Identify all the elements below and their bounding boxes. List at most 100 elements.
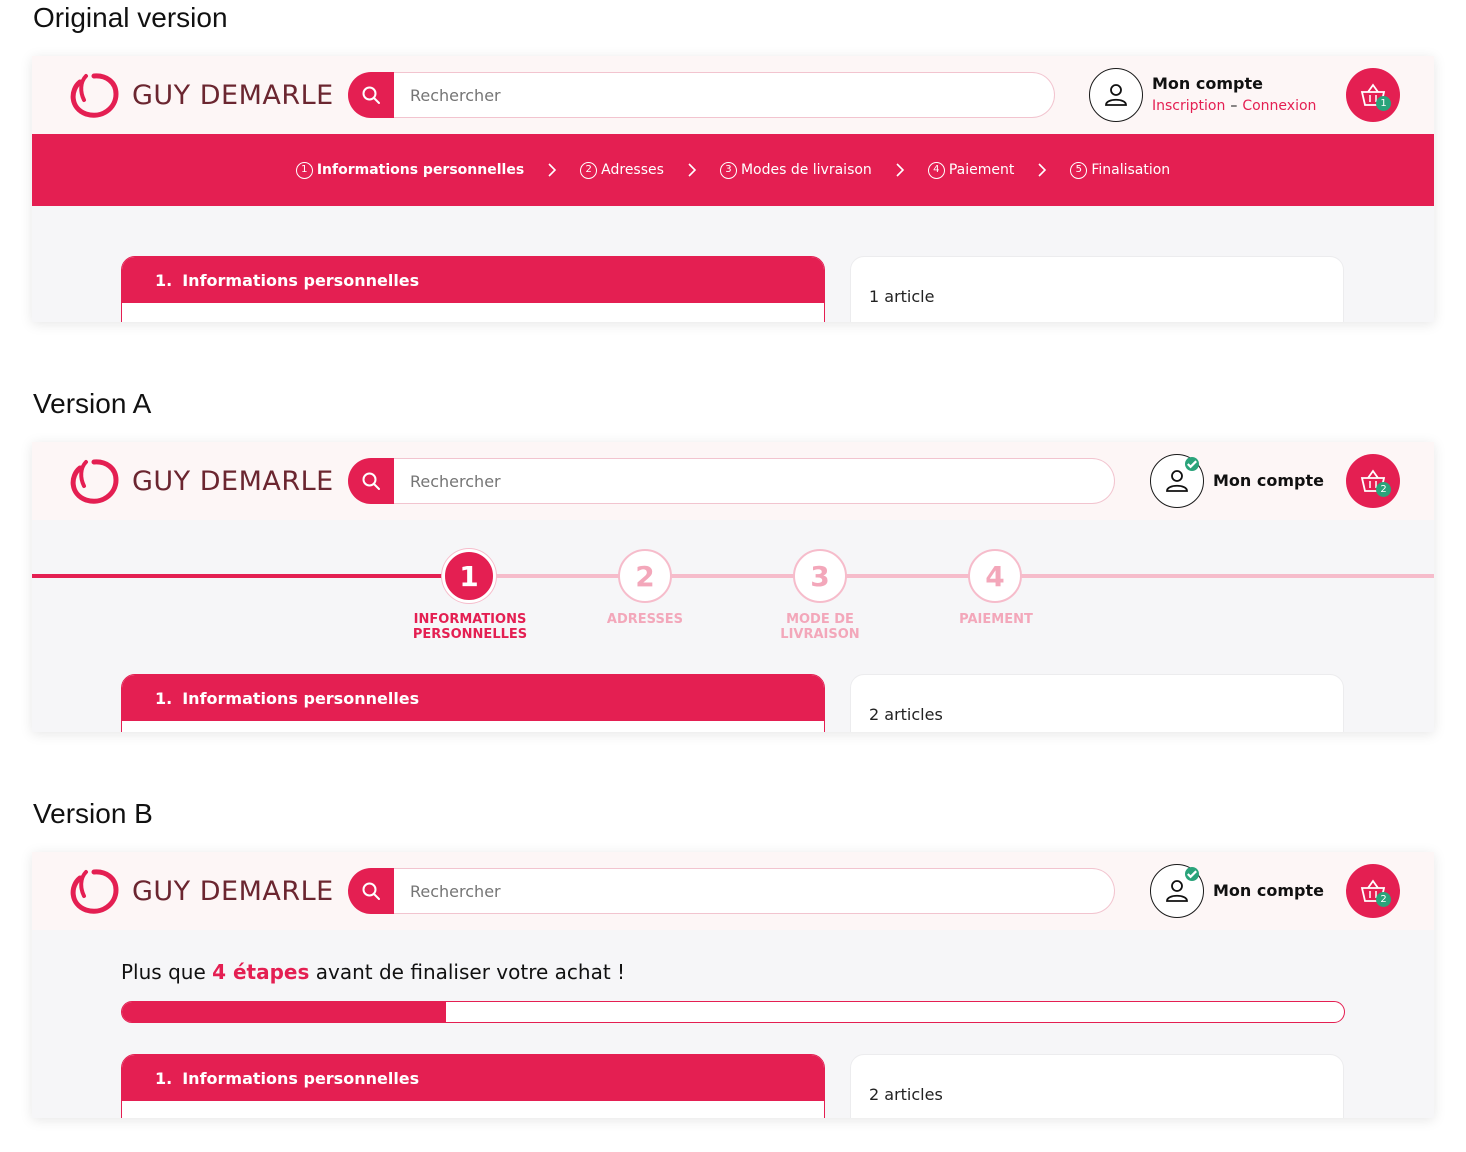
cart-count-badge: 1: [1376, 96, 1391, 111]
cart-count-badge: 2: [1376, 892, 1391, 907]
step-number: 3: [719, 161, 737, 179]
step-circle-3[interactable]: 3: [793, 549, 847, 603]
search-icon: [362, 472, 380, 490]
section-title: Informations personnelles: [182, 688, 420, 708]
personal-info-card: 1. Informations personnelles: [121, 674, 825, 732]
step-livraison[interactable]: 3 Modes de livraison: [719, 161, 872, 179]
signup-link[interactable]: Inscription: [1152, 98, 1225, 114]
progress-bar-fill: [122, 1002, 446, 1022]
account-button[interactable]: [1150, 864, 1204, 918]
search-input[interactable]: [394, 72, 1055, 118]
chevron-right-icon: [686, 163, 698, 177]
order-summary-card: 1 article: [850, 256, 1344, 322]
step-circle-1[interactable]: 1: [442, 549, 496, 603]
step-finalisation[interactable]: 5 Finalisation: [1070, 161, 1171, 179]
original-panel: GUY DEMARLE Mon compte Inscription–Conne…: [32, 56, 1434, 322]
section-title: Informations personnelles: [182, 270, 420, 290]
version-a-label: Version A: [33, 388, 152, 419]
step-label-line: PERSONNELLES: [412, 627, 528, 642]
progress-suffix: avant de finaliser votre achat !: [315, 960, 626, 984]
check-icon: [1185, 867, 1199, 881]
search-button[interactable]: [348, 72, 394, 118]
article-count: 1 article: [869, 287, 935, 306]
step-label: Informations personnelles: [316, 162, 525, 178]
article-count: 2 articles: [869, 1085, 943, 1104]
section-header: 1. Informations personnelles: [122, 257, 824, 303]
search-input[interactable]: [394, 868, 1115, 914]
search-bar: [348, 868, 1115, 914]
brand-swirl-icon: [70, 459, 119, 504]
step-label: Adresses: [601, 162, 664, 178]
original-version-label: Original version: [33, 2, 228, 33]
step-informations[interactable]: 1 Informations personnelles: [295, 161, 525, 179]
cart-button[interactable]: 1: [1346, 68, 1400, 122]
logo[interactable]: GUY DEMARLE: [66, 458, 334, 504]
step-label-line: MODE DE: [786, 612, 854, 627]
step-circle-4[interactable]: 4: [968, 549, 1022, 603]
logo-text: GUY DEMARLE: [132, 875, 334, 907]
version-a-panel: GUY DEMARLE Mon compte 2 1 2 3 4 INFORMA…: [32, 442, 1434, 732]
account-links: Inscription – Connexion: [1152, 98, 1316, 114]
logo[interactable]: GUY DEMARLE: [66, 868, 334, 914]
account-title[interactable]: Mon compte: [1213, 471, 1324, 490]
progress-bar: [121, 1001, 1345, 1023]
step-number: 1: [295, 161, 313, 179]
step-label: Paiement: [948, 162, 1015, 178]
step-number: 2: [580, 161, 598, 179]
check-icon: [1185, 457, 1199, 471]
step-label: Finalisation: [1091, 162, 1171, 178]
step-label-adresses: ADRESSES: [555, 612, 735, 627]
progress-message: Plus que 4 étapes avant de finaliser vot…: [121, 960, 625, 984]
step-adresses[interactable]: 2 Adresses: [580, 161, 664, 179]
brand-swirl-icon: [70, 869, 119, 914]
account-button[interactable]: [1150, 454, 1204, 508]
login-link[interactable]: Connexion: [1242, 98, 1316, 114]
progress-steps-left: 4 étapes: [212, 960, 310, 984]
logo-text: GUY DEMARLE: [132, 79, 334, 111]
logo[interactable]: GUY DEMARLE: [66, 72, 334, 118]
cart-button[interactable]: 2: [1346, 454, 1400, 508]
search-input[interactable]: [394, 458, 1115, 504]
article-count: 2 articles: [869, 705, 943, 724]
version-b-label: Version B: [33, 798, 153, 829]
personal-info-card: 1. Informations personnelles: [121, 1054, 825, 1118]
site-header: GUY DEMARLE Mon compte Inscription–Conne…: [32, 56, 1434, 134]
search-button[interactable]: [348, 868, 394, 914]
step-number: 4: [927, 161, 945, 179]
section-number: 1.: [155, 270, 173, 290]
chevron-right-icon: [894, 163, 906, 177]
account-link-separator: –: [1230, 98, 1238, 114]
step-label-informations: INFORMATIONS PERSONNELLES: [380, 612, 560, 642]
step-label-line: INFORMATIONS: [413, 612, 527, 627]
step-paiement[interactable]: 4 Paiement: [927, 161, 1015, 179]
cart-button[interactable]: 2: [1346, 864, 1400, 918]
account-title[interactable]: Mon compte: [1213, 881, 1324, 900]
step-label-paiement: PAIEMENT: [906, 612, 1086, 627]
step-circle-2[interactable]: 2: [618, 549, 672, 603]
search-bar: [348, 458, 1115, 504]
section-number: 1.: [155, 688, 173, 708]
search-button[interactable]: [348, 458, 394, 504]
version-b-panel: GUY DEMARLE Mon compte 2 Plus que 4 étap…: [32, 852, 1434, 1118]
search-icon: [362, 882, 380, 900]
step-number: 5: [1070, 161, 1088, 179]
search-icon: [362, 86, 380, 104]
order-summary-card: 2 articles: [850, 1054, 1344, 1118]
site-header: GUY DEMARLE Mon compte 2: [32, 442, 1434, 520]
section-header: 1. Informations personnelles: [122, 675, 824, 721]
checkout-stepper: 1 Informations personnelles 2 Adresses 3 Mo…: [32, 134, 1434, 206]
section-header: 1. Informations personnelles: [122, 1055, 824, 1101]
cart-count-badge: 2: [1376, 482, 1391, 497]
step-label-line: LIVRAISON: [780, 627, 860, 642]
order-summary-card: 2 articles: [850, 674, 1344, 732]
account-title: Mon compte: [1152, 74, 1263, 93]
account-button[interactable]: [1089, 68, 1143, 122]
section-number: 1.: [155, 1068, 173, 1088]
logo-text: GUY DEMARLE: [132, 465, 334, 497]
personal-info-card: 1. Informations personnelles: [121, 256, 825, 322]
section-title: Informations personnelles: [182, 1068, 420, 1088]
step-label: Modes de livraison: [740, 162, 872, 178]
site-header: GUY DEMARLE Mon compte 2: [32, 852, 1434, 930]
step-label-livraison: MODE DE LIVRAISON: [730, 612, 910, 642]
step-label-line: PAIEMENT: [959, 612, 1033, 627]
